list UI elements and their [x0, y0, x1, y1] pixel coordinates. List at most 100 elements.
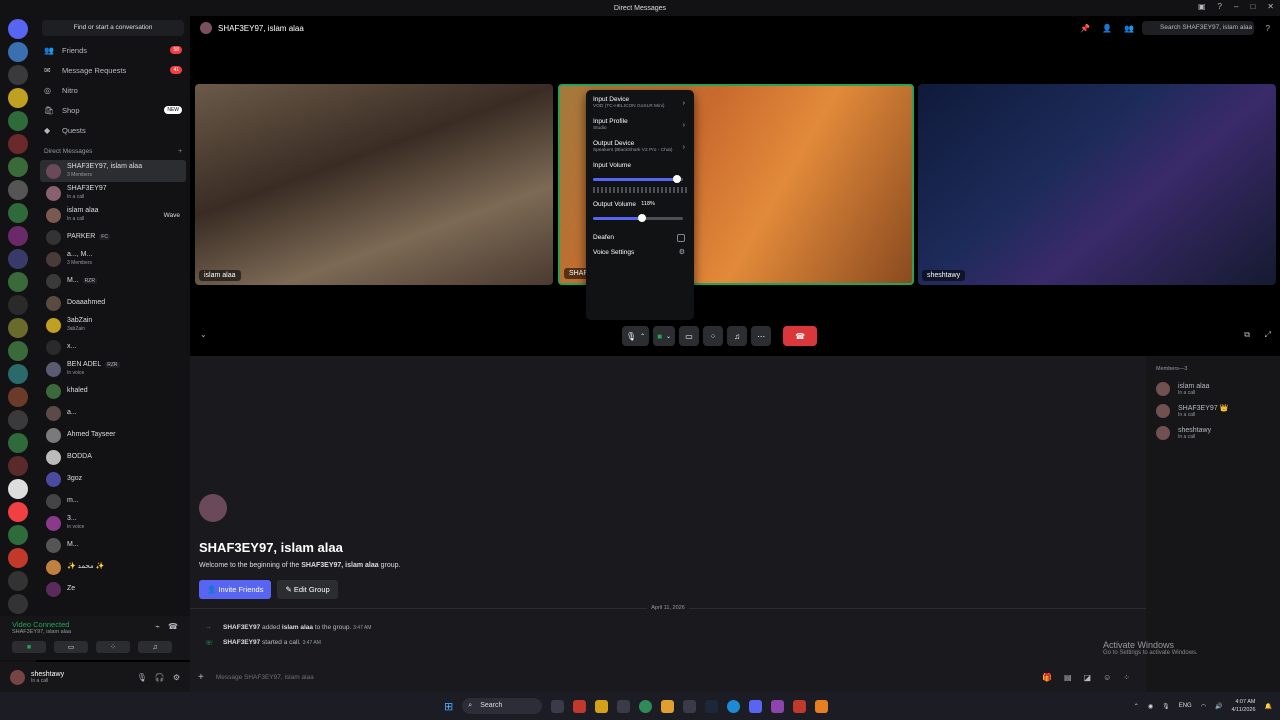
fullscreen-icon[interactable]: ⤢ [1265, 330, 1271, 340]
dm-item[interactable]: islam alaa In a call Wave [40, 204, 186, 226]
dm-item[interactable]: SHAF3EY97, islam alaa 3 Members [40, 160, 186, 182]
wave-button[interactable]: Wave [164, 212, 180, 219]
noise-suppression-icon[interactable]: ⌁ [155, 622, 160, 631]
sidebar-item-message-requests[interactable]: ✉ Message Requests 41 [36, 60, 190, 80]
server-icon[interactable] [8, 341, 28, 361]
widgets-icon[interactable] [551, 699, 565, 713]
output-volume-slider[interactable]: 118% [593, 200, 687, 222]
steam-icon[interactable] [705, 699, 719, 713]
dm-item[interactable]: Doaaahmed [40, 292, 186, 314]
activities-button[interactable]: ⁘ [96, 641, 130, 653]
help-icon[interactable]: ? [1218, 2, 1222, 11]
message-composer[interactable]: + Message SHAF3EY97, islam alaa 🎁 ▤ ◪ ☺ … [198, 668, 1138, 686]
server-icon[interactable] [8, 272, 28, 292]
dm-item[interactable]: BEN ADEL RZR In voice [40, 358, 186, 380]
dm-item[interactable]: khaled [40, 380, 186, 402]
voice-settings-item[interactable]: Voice Settings ⚙ [593, 249, 687, 256]
output-device-item[interactable]: Output Device Speakers (BlackShark V2 Pr… [593, 140, 687, 154]
voice-channel-name[interactable]: SHAF3EY97, islam alaa [12, 629, 178, 635]
dm-item[interactable]: PARKER FC [40, 226, 186, 248]
member-item[interactable]: islam alaa In a call [1156, 378, 1270, 400]
close-button[interactable]: ✕ [1267, 2, 1274, 11]
dm-item[interactable]: 3... In voice [40, 512, 186, 534]
dm-item[interactable]: M... [40, 534, 186, 556]
server-icon[interactable] [8, 387, 28, 407]
server-icon[interactable] [8, 433, 28, 453]
server-icon[interactable] [8, 111, 28, 131]
sidebar-item-friends[interactable]: 👥 Friends 58 [36, 40, 190, 60]
disconnect-icon[interactable]: ☎ [168, 622, 178, 631]
server-icon[interactable] [8, 364, 28, 384]
windows-start-icon[interactable]: ⊞ [444, 700, 453, 713]
server-icon[interactable] [8, 318, 28, 338]
soundboard-button[interactable]: ♫ [138, 641, 172, 653]
language-indicator[interactable]: ENG [1179, 703, 1192, 709]
server-icon[interactable] [8, 548, 28, 568]
sidebar-item-nitro[interactable]: ◎ Nitro [36, 80, 190, 100]
server-icon[interactable] [8, 525, 28, 545]
invite-friends-button[interactable]: 👤 Invite Friends [199, 580, 272, 599]
avatar[interactable] [10, 669, 25, 685]
members-icon[interactable]: 👥 [1124, 24, 1134, 33]
discord-icon[interactable] [749, 699, 763, 713]
server-icon[interactable] [8, 157, 28, 177]
mute-button[interactable]: 🎙 ⌃ [622, 326, 650, 346]
wifi-icon[interactable]: ◠ [1201, 703, 1206, 710]
file-explorer-icon[interactable] [595, 699, 609, 713]
dm-item[interactable]: M... RZR [40, 270, 186, 292]
dm-item[interactable]: BODDA [40, 446, 186, 468]
activities-button[interactable]: ⁘ [703, 326, 724, 346]
dm-item[interactable]: a..., M... 3 Members [40, 248, 186, 270]
dm-item[interactable]: m... [40, 490, 186, 512]
soundboard-button[interactable]: ♫ [727, 326, 748, 346]
discord-home-icon[interactable] [8, 19, 28, 39]
inbox-icon[interactable]: ▣ [1198, 2, 1206, 11]
server-icon[interactable] [8, 88, 28, 108]
camera-button[interactable]: ■ [12, 641, 46, 653]
gift-icon[interactable]: 🎁 [1042, 673, 1052, 682]
server-icon[interactable] [8, 295, 28, 315]
server-icon[interactable] [8, 502, 28, 522]
chevron-down-icon[interactable]: ⌄ [666, 333, 671, 340]
server-icon[interactable] [8, 571, 28, 591]
dm-item[interactable]: SHAF3EY97 In a call [40, 182, 186, 204]
mic-tray-icon[interactable]: 🎙 [1162, 703, 1170, 710]
emoji-icon[interactable]: ☺ [1103, 673, 1111, 682]
server-icon[interactable] [8, 42, 28, 62]
edge-icon[interactable] [727, 699, 741, 713]
app-icon[interactable] [683, 699, 697, 713]
chevron-up-icon[interactable]: ⌃ [640, 333, 645, 340]
dm-item[interactable]: Ze [40, 578, 186, 600]
screenshare-button[interactable]: ▭ [54, 641, 88, 653]
store-icon[interactable] [617, 699, 631, 713]
server-icon[interactable] [8, 410, 28, 430]
server-icon[interactable] [8, 203, 28, 223]
dm-item[interactable]: 3goz [40, 468, 186, 490]
chrome-icon[interactable] [639, 699, 653, 713]
chevron-up-icon[interactable]: ⌃ [1134, 703, 1139, 710]
dm-item[interactable]: a... [40, 402, 186, 424]
server-icon[interactable] [8, 134, 28, 154]
sticker-icon[interactable]: ◪ [1084, 673, 1092, 682]
microphone-icon[interactable]: 🎙 [137, 673, 147, 682]
screenshare-button[interactable]: ▭ [679, 326, 700, 346]
volume-icon[interactable]: 🔊 [1215, 703, 1222, 710]
minimize-button[interactable]: – [1234, 2, 1238, 11]
edit-group-button[interactable]: ✎ Edit Group [277, 580, 338, 599]
headphones-icon[interactable]: 🎧 [155, 673, 165, 682]
camera-button[interactable]: ■ ⌄ [653, 326, 676, 346]
app-icon[interactable] [771, 699, 785, 713]
message-input[interactable]: Message SHAF3EY97, islam alaa [216, 674, 314, 681]
input-volume-slider[interactable] [593, 175, 687, 183]
server-icon[interactable] [8, 456, 28, 476]
create-dm-icon[interactable]: + [178, 148, 182, 160]
search-input[interactable]: Search SHAF3EY97, islam alaa [1142, 21, 1254, 35]
input-device-item[interactable]: Input Device VOD (TC-HELICON GoXLR Mini)… [593, 96, 687, 110]
dm-item[interactable]: ✨ ﻣﺤﻤﺪ ✨ [40, 556, 186, 578]
leave-call-button[interactable]: ☎ [783, 326, 818, 346]
settings-gear-icon[interactable]: ⚙ [173, 673, 180, 682]
gif-icon[interactable]: ▤ [1064, 673, 1072, 682]
input-profile-item[interactable]: Input Profile Studio › [593, 118, 687, 132]
server-icon[interactable] [8, 65, 28, 85]
conversation-search-button[interactable]: Find or start a conversation [42, 20, 184, 36]
